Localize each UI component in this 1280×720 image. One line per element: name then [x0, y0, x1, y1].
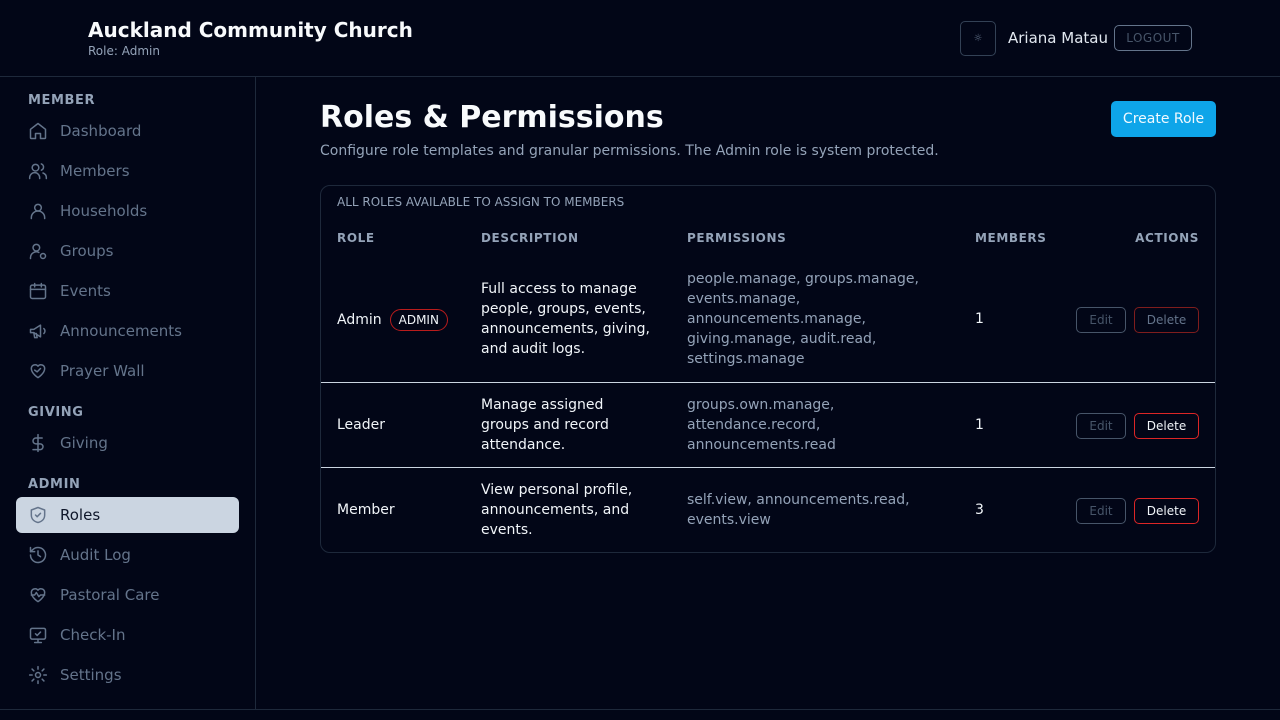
delete-role-button[interactable]: Delete — [1134, 307, 1199, 333]
sidebar-item-label: Giving — [60, 434, 108, 452]
section-title-giving: GIVING — [28, 405, 84, 420]
heart-handshake-icon — [28, 361, 48, 381]
sun-icon: ☼ — [973, 33, 983, 44]
role-name-cell: Admin ADMIN — [337, 309, 448, 331]
role-permissions: people.manage, groups.manage, events.man… — [687, 271, 919, 367]
dollar-icon — [28, 433, 48, 453]
sidebar-item-announcements[interactable]: Announcements — [16, 313, 239, 349]
users-icon — [28, 161, 48, 181]
sidebar-item-label: Households — [60, 202, 148, 220]
user-name: Ariana Matau — [1008, 29, 1108, 47]
edit-role-button[interactable]: Edit — [1076, 498, 1126, 524]
top-header: Auckland Community Church Role: Admin ☼ … — [0, 0, 1280, 77]
theme-toggle-button[interactable]: ☼ — [960, 21, 996, 56]
page-title: Roles & Permissions — [320, 100, 664, 135]
member-count: 1 — [975, 311, 984, 327]
sidebar-item-events[interactable]: Events — [16, 273, 239, 309]
sidebar-item-giving[interactable]: Giving — [16, 425, 239, 461]
sidebar-item-label: Events — [60, 282, 111, 300]
column-header-members: MEMBERS — [975, 231, 1047, 245]
role-name: Admin — [337, 312, 382, 328]
footer-divider — [0, 709, 1280, 710]
sidebar-item-label: Pastoral Care — [60, 586, 160, 604]
delete-role-button[interactable]: Delete — [1134, 498, 1199, 524]
role-description: View personal profile, announcements, an… — [481, 482, 633, 538]
sidebar-item-label: Members — [60, 162, 130, 180]
calendar-icon — [28, 281, 48, 301]
role-permissions: groups.own.manage, attendance.record, an… — [687, 397, 836, 453]
role-description: Full access to manage people, groups, ev… — [481, 281, 650, 357]
heart-pulse-icon — [28, 585, 48, 605]
delete-role-button[interactable]: Delete — [1134, 413, 1199, 439]
user-icon — [28, 201, 48, 221]
sidebar-item-pastoral-care[interactable]: Pastoral Care — [16, 577, 239, 613]
church-name: Auckland Community Church — [88, 18, 413, 42]
sidebar-item-label: Roles — [60, 506, 101, 524]
megaphone-icon — [28, 321, 48, 341]
table-row: Leader Manage assigned groups and record… — [321, 383, 1215, 468]
section-title-member: MEMBER — [28, 93, 96, 108]
sidebar-item-settings[interactable]: Settings — [16, 657, 239, 693]
sidebar-item-members[interactable]: Members — [16, 153, 239, 189]
user-gear-icon — [28, 241, 48, 261]
column-header-role: ROLE — [337, 231, 375, 245]
table-caption: ALL ROLES AVAILABLE TO ASSIGN TO MEMBERS — [337, 195, 625, 209]
sidebar-item-groups[interactable]: Groups — [16, 233, 239, 269]
system-role-badge: ADMIN — [389, 309, 448, 331]
create-role-button[interactable]: Create Role — [1111, 101, 1216, 137]
page-subtitle: Configure role templates and granular pe… — [320, 143, 939, 159]
section-title-admin: ADMIN — [28, 477, 81, 492]
sidebar-item-dashboard[interactable]: Dashboard — [16, 113, 239, 149]
role-description: Manage assigned groups and record attend… — [481, 397, 609, 453]
role-permissions: self.view, announcements.read, events.vi… — [687, 492, 910, 528]
member-count: 1 — [975, 417, 984, 433]
column-header-permissions: PERMISSIONS — [687, 231, 787, 245]
sidebar-item-audit-log[interactable]: Audit Log — [16, 537, 239, 573]
monitor-check-icon — [28, 625, 48, 645]
table-row: Admin ADMIN Full access to manage people,… — [321, 256, 1215, 383]
sidebar-item-prayer-wall[interactable]: Prayer Wall — [16, 353, 239, 389]
sidebar: MEMBER Dashboard Members Households Grou… — [0, 77, 256, 710]
role-name: Leader — [337, 417, 386, 433]
sidebar-item-label: Groups — [60, 242, 114, 260]
history-icon — [28, 545, 48, 565]
shield-icon — [28, 505, 48, 525]
table-row: Member View personal profile, announceme… — [321, 468, 1215, 552]
sidebar-item-label: Audit Log — [60, 546, 131, 564]
sidebar-item-label: Settings — [60, 666, 122, 684]
column-header-description: DESCRIPTION — [481, 231, 579, 245]
sidebar-item-label: Dashboard — [60, 122, 142, 140]
column-header-actions: ACTIONS — [1135, 231, 1199, 245]
logout-button[interactable]: LOGOUT — [1114, 25, 1192, 51]
sidebar-item-label: Announcements — [60, 322, 182, 340]
edit-role-button[interactable]: Edit — [1076, 307, 1126, 333]
current-role-label: Role: Admin — [88, 44, 160, 58]
gear-icon — [28, 665, 48, 685]
sidebar-item-label: Prayer Wall — [60, 362, 145, 380]
member-count: 3 — [975, 502, 984, 518]
sidebar-item-label: Check-In — [60, 626, 126, 644]
sidebar-item-roles[interactable]: Roles — [16, 497, 239, 533]
edit-role-button[interactable]: Edit — [1076, 413, 1126, 439]
sidebar-item-households[interactable]: Households — [16, 193, 239, 229]
sidebar-item-check-in[interactable]: Check-In — [16, 617, 239, 653]
home-icon — [28, 121, 48, 141]
role-name: Member — [337, 502, 395, 518]
roles-table: ALL ROLES AVAILABLE TO ASSIGN TO MEMBERS… — [320, 185, 1216, 553]
